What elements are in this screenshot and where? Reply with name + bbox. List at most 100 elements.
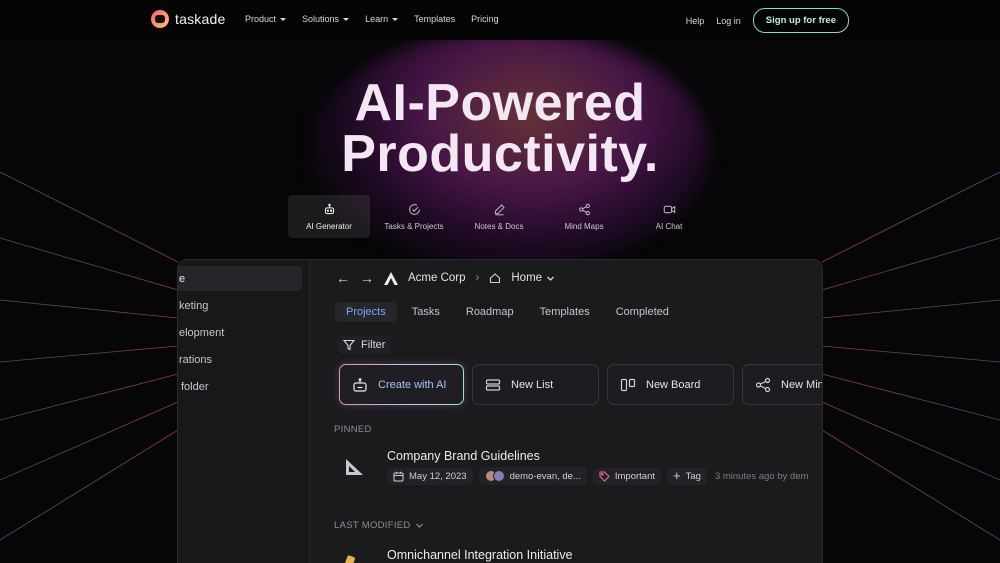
sidebar: e keting elopment rations folder	[178, 260, 310, 563]
brand-name: taskade	[175, 11, 226, 27]
robot-icon	[353, 377, 367, 392]
pinned-section-label: PINNED	[334, 424, 372, 435]
sidebar-item-home[interactable]: e	[178, 266, 302, 291]
recent-project-title[interactable]: Omnichannel Integration Initiative	[387, 548, 573, 562]
filter-button[interactable]: Filter	[337, 336, 392, 354]
nav-templates-label: Templates	[414, 14, 456, 24]
new-board-button[interactable]: New Board	[607, 364, 734, 405]
hero-title-line2: Productivity.	[341, 125, 659, 183]
new-list-button[interactable]: New List	[472, 364, 599, 405]
login-link[interactable]: Log in	[716, 16, 741, 26]
add-tag-button[interactable]: + Tag	[667, 467, 707, 485]
pinned-project-title[interactable]: Company Brand Guidelines	[387, 449, 540, 463]
nav-product-label: Product	[245, 14, 277, 24]
nav-product[interactable]: Product	[245, 14, 287, 24]
feature-tab-label: Notes & Docs	[474, 221, 524, 231]
board-icon	[620, 378, 636, 391]
chevron-down-icon	[392, 17, 399, 21]
signup-button[interactable]: Sign up for free	[752, 8, 849, 33]
nav-right: Help Log in Sign up for free	[686, 8, 849, 33]
feature-tab-label: Mind Maps	[564, 221, 604, 231]
feature-tab-notes-docs[interactable]: Notes & Docs	[458, 195, 540, 238]
pen-icon	[494, 203, 505, 215]
taskade-logo-icon	[151, 10, 169, 28]
updated-timestamp: 3 minutes ago by dem	[714, 470, 809, 482]
plus-icon: +	[673, 468, 681, 483]
date-chip[interactable]: May 12, 2023	[387, 467, 473, 485]
chevron-down-icon	[343, 17, 350, 21]
app-preview-window: e keting elopment rations folder ← → Acm…	[177, 259, 823, 563]
new-mind-map-button[interactable]: New Mind	[742, 364, 822, 405]
member-avatars	[484, 470, 505, 482]
create-actions: Create with AI New List New Board New Mi…	[339, 364, 822, 405]
action-label: New Board	[646, 378, 701, 391]
filter-icon	[343, 339, 355, 351]
chevron-down-icon	[280, 17, 287, 21]
sidebar-item-marketing[interactable]: keting	[178, 293, 302, 318]
action-label: New List	[511, 378, 554, 391]
breadcrumb-workspace[interactable]: Acme Corp	[408, 272, 466, 284]
brand-logo[interactable]: taskade	[151, 10, 225, 28]
main-panel: ← → Acme Corp › Home Projects Tasks Road…	[311, 260, 822, 563]
tag-label: Important	[614, 470, 656, 482]
nav-pricing[interactable]: Pricing	[471, 14, 499, 24]
feature-tab-label: Tasks & Projects	[384, 221, 444, 231]
sidebar-item-development[interactable]: elopment	[178, 320, 302, 345]
home-icon	[490, 273, 501, 284]
breadcrumb: ← → Acme Corp › Home	[336, 270, 555, 286]
video-icon	[663, 205, 675, 213]
view-tabs: Projects Tasks Roadmap Templates Complet…	[335, 302, 680, 322]
nav-pricing-label: Pricing	[471, 14, 499, 24]
filter-label: Filter	[361, 339, 386, 351]
mindmap-icon	[755, 377, 771, 392]
check-circle-icon	[408, 203, 420, 215]
breadcrumb-page[interactable]: Home	[511, 272, 542, 284]
action-label: New Mind	[781, 378, 822, 391]
hero-title-line1: AI-Powered	[354, 74, 646, 132]
create-with-ai-button[interactable]: Create with AI	[339, 364, 464, 405]
avatar	[492, 470, 505, 482]
tab-completed[interactable]: Completed	[605, 302, 680, 322]
feature-tab-ai-chat[interactable]: AI Chat	[628, 195, 710, 238]
chevron-right-icon: ›	[475, 272, 480, 284]
back-arrow-icon[interactable]: ←	[336, 271, 350, 285]
tab-projects[interactable]: Projects	[335, 302, 397, 322]
sidebar-item-operations[interactable]: rations	[178, 347, 302, 372]
project-emoji-icon	[344, 554, 356, 563]
forward-arrow-icon[interactable]: →	[360, 271, 374, 285]
last-modified-label: LAST MODIFIED	[334, 520, 411, 531]
feature-tab-tasks-projects[interactable]: Tasks & Projects	[373, 195, 455, 238]
help-link[interactable]: Help	[686, 16, 705, 26]
acme-logo-icon	[384, 271, 398, 285]
project-members: demo-evan, de...	[509, 470, 581, 482]
set-square-icon	[346, 459, 363, 475]
tab-tasks[interactable]: Tasks	[401, 302, 451, 322]
nav-solutions-label: Solutions	[302, 14, 340, 24]
nav-learn[interactable]: Learn	[365, 14, 399, 24]
nav-links: Product Solutions Learn Templates Pricin…	[245, 14, 515, 24]
chevron-down-icon	[415, 523, 423, 528]
feature-tabs: AI Generator Tasks & Projects Notes & Do…	[288, 195, 713, 238]
feature-tab-ai-generator[interactable]: AI Generator	[288, 195, 370, 238]
list-icon	[485, 378, 501, 391]
nav-learn-label: Learn	[365, 14, 389, 24]
robot-icon	[324, 203, 334, 214]
add-tag-label: Tag	[685, 470, 701, 482]
nav-solutions[interactable]: Solutions	[302, 14, 350, 24]
feature-tab-mind-maps[interactable]: Mind Maps	[543, 195, 625, 238]
tab-templates[interactable]: Templates	[529, 302, 601, 322]
feature-tab-label: AI Generator	[306, 221, 352, 231]
feature-tab-label: AI Chat	[655, 221, 683, 231]
pinned-project-meta: May 12, 2023 demo-evan, de... Important …	[387, 467, 808, 485]
nav-templates[interactable]: Templates	[414, 14, 455, 24]
calendar-icon	[393, 471, 404, 481]
members-chip[interactable]: demo-evan, de...	[478, 467, 587, 485]
top-nav: taskade Product Solutions Learn Template…	[0, 0, 1000, 40]
chevron-down-icon[interactable]	[546, 274, 555, 283]
sidebar-item-folder[interactable]: folder	[178, 374, 302, 399]
tab-roadmap[interactable]: Roadmap	[455, 302, 525, 322]
project-date: May 12, 2023	[409, 470, 467, 482]
last-modified-section-label[interactable]: LAST MODIFIED	[334, 520, 424, 531]
tag-icon	[599, 470, 610, 482]
tag-chip-important[interactable]: Important	[592, 467, 662, 485]
